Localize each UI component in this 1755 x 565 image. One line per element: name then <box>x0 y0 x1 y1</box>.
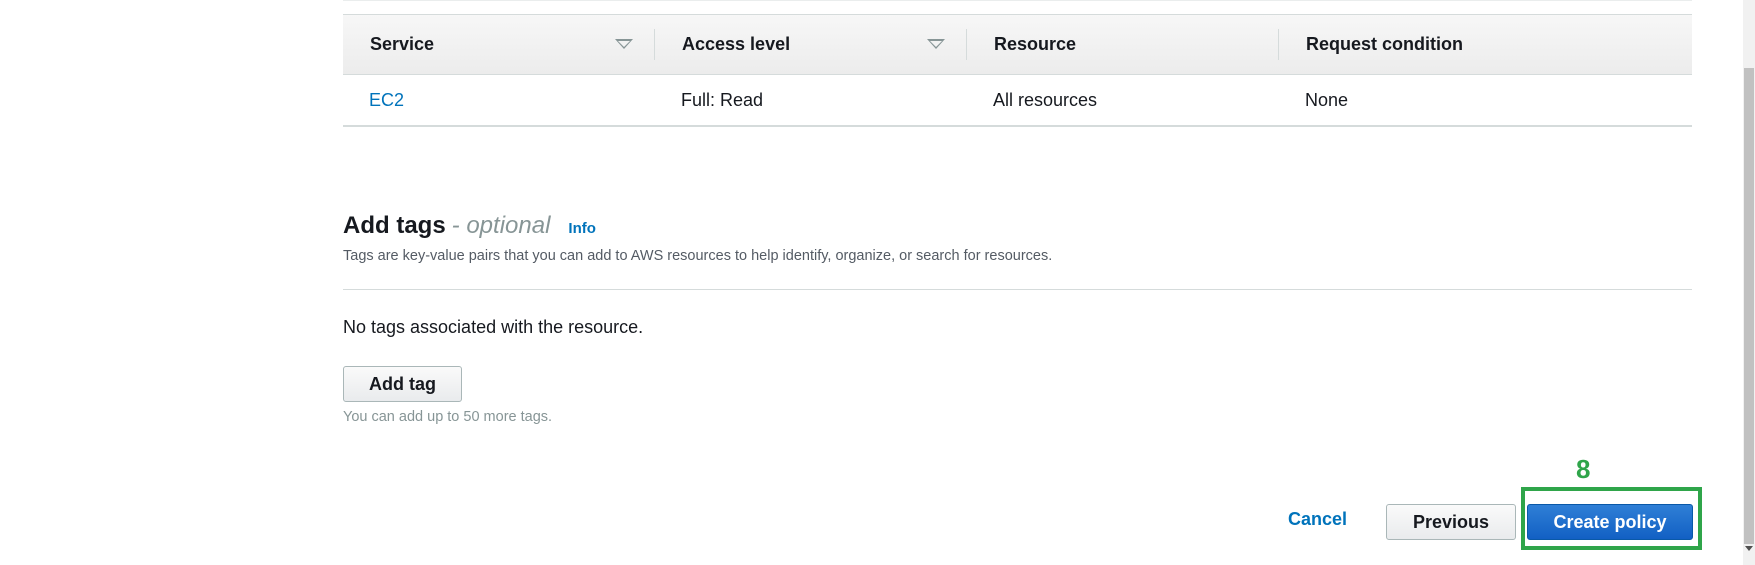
column-header-access-level[interactable]: Access level <box>655 15 967 74</box>
sort-caret-icon[interactable] <box>615 39 633 49</box>
create-policy-button[interactable]: Create policy <box>1527 504 1693 540</box>
previous-button[interactable]: Previous <box>1386 504 1516 540</box>
tags-title: Add tags <box>343 212 446 239</box>
cell-resource: All resources <box>993 89 1098 110</box>
scrollbar-thumb[interactable] <box>1744 68 1754 544</box>
cancel-button[interactable]: Cancel <box>1288 509 1347 530</box>
table-header: Service Access level Resource Request co… <box>343 14 1692 75</box>
section-divider <box>343 289 1692 290</box>
column-header-label: Request condition <box>1306 34 1463 54</box>
column-header-label: Resource <box>994 34 1077 54</box>
no-tags-message: No tags associated with the resource. <box>343 317 644 337</box>
permissions-table: Service Access level Resource Request co… <box>343 0 1692 127</box>
column-header-service[interactable]: Service <box>343 15 655 74</box>
tags-optional-label: - optional <box>451 212 551 239</box>
sort-caret-icon[interactable] <box>927 39 945 49</box>
cell-access-level: Full: Read <box>681 89 764 110</box>
column-header-request-condition: Request condition <box>1279 15 1692 74</box>
tags-description: Tags are key-value pairs that you can ad… <box>343 248 1053 264</box>
table-row: EC2 Full: Read All resources None <box>343 75 1692 127</box>
service-link[interactable]: EC2 <box>369 90 404 111</box>
vertical-scrollbar[interactable] <box>1743 0 1755 565</box>
info-link[interactable]: Info <box>568 220 596 237</box>
tags-limit-hint: You can add up to 50 more tags. <box>343 409 553 425</box>
column-header-label: Service <box>370 34 435 54</box>
column-header-label: Access level <box>682 34 791 54</box>
page: Service Access level Resource Request co… <box>0 0 1755 565</box>
column-header-resource: Resource <box>967 15 1279 74</box>
cell-service: EC2 <box>343 75 655 125</box>
add-tag-button[interactable]: Add tag <box>343 366 462 402</box>
tags-heading: Add tags - optional Info <box>343 212 596 240</box>
cell-request-condition: None <box>1305 89 1349 110</box>
step-number-annotation: 8 <box>1576 454 1591 484</box>
scroll-down-arrow-icon[interactable] <box>1745 546 1753 551</box>
